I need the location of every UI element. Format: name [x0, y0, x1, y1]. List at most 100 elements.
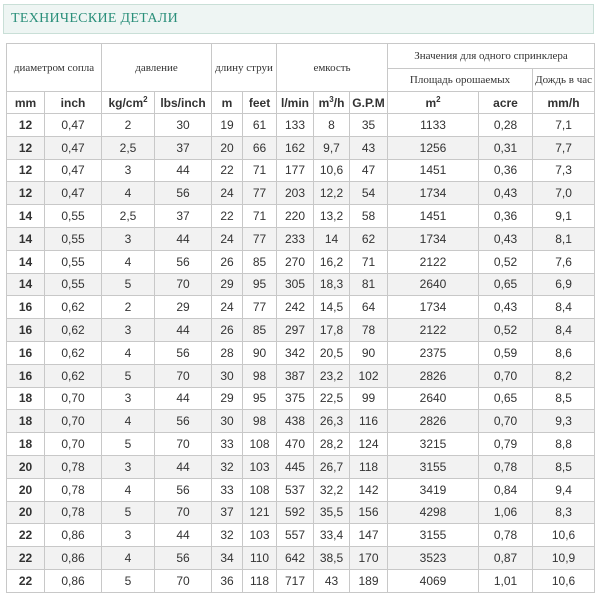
table-row: 14 0,55 2,5 37 22 71 220 13,2 58 1451 0,36 9,1 [6, 204, 596, 228]
unit-inch: inch [43, 91, 103, 114]
section-header: ТЕХНИЧЕСКИЕ ДЕТАЛИ [3, 4, 594, 34]
cell-m2: 3155 [387, 454, 480, 479]
cell-m: 30 [211, 363, 244, 388]
cell-mm-h: 8,3 [532, 500, 596, 525]
cell-l-min: 133 [276, 113, 315, 137]
table-row: 22 0,86 4 56 34 110 642 38,5 170 3523 0,87 10,9 [6, 546, 596, 570]
unit-l-min: l/min [276, 91, 315, 114]
unit-m: m [211, 91, 244, 114]
cell-kg-cm2: 3 [101, 318, 156, 342]
cell-m2: 3523 [387, 546, 480, 570]
cell-kg-cm2: 5 [101, 432, 156, 456]
cell-mm: 12 [6, 113, 45, 137]
table-row: 14 0,55 4 56 26 85 270 16,2 71 2122 0,52 7,6 [6, 249, 596, 274]
cell-m: 26 [211, 318, 244, 342]
cell-acre: 0,52 [478, 318, 534, 342]
cell-mm: 18 [6, 432, 45, 456]
cell-mm: 16 [6, 363, 45, 388]
cell-m2: 4069 [387, 568, 480, 593]
cell-lbs-inch: 44 [154, 523, 213, 548]
cell-l-min: 470 [276, 432, 315, 456]
cell-m2: 1451 [387, 158, 480, 183]
header-per-sprinkler: Значения для одного спринклера [387, 43, 596, 69]
cell-feet: 103 [242, 523, 278, 548]
cell-lbs-inch: 70 [154, 272, 213, 297]
table-row: 12 0,47 2 30 19 61 133 8 35 1133 0,28 7,1 [6, 113, 596, 137]
cell-feet: 95 [242, 386, 278, 411]
cell-feet: 66 [242, 135, 278, 160]
cell-m3-h: 35,5 [313, 500, 351, 525]
cell-lbs-inch: 44 [154, 318, 213, 342]
unit-mm: mm [6, 91, 45, 114]
cell-l-min: 438 [276, 409, 315, 434]
cell-m: 36 [211, 568, 244, 593]
cell-mm: 14 [6, 272, 45, 297]
cell-m3-h: 18,3 [313, 272, 351, 297]
cell-feet: 61 [242, 113, 278, 137]
cell-mm-h: 9,1 [532, 204, 596, 228]
cell-mm-h: 7,6 [532, 249, 596, 274]
cell-m2: 2122 [387, 249, 480, 274]
cell-l-min: 717 [276, 568, 315, 593]
cell-gpm: 124 [349, 432, 389, 456]
cell-kg-cm2: 2,5 [101, 204, 156, 228]
cell-feet: 77 [242, 226, 278, 251]
cell-mm-h: 8,4 [532, 295, 596, 320]
cell-mm-h: 8,1 [532, 226, 596, 251]
cell-m3-h: 13,2 [313, 204, 351, 228]
cell-l-min: 342 [276, 340, 315, 365]
cell-m: 22 [211, 158, 244, 183]
cell-l-min: 557 [276, 523, 315, 548]
unit-feet: feet [242, 91, 278, 114]
cell-mm: 22 [6, 568, 45, 593]
cell-gpm: 43 [349, 135, 389, 160]
cell-mm-h: 10,6 [532, 523, 596, 548]
cell-gpm: 35 [349, 113, 389, 137]
header-capacity: емкость [276, 43, 389, 92]
cell-feet: 90 [242, 340, 278, 365]
unit-m2: m2 [387, 91, 480, 114]
cell-lbs-inch: 56 [154, 340, 213, 365]
cell-m2: 3419 [387, 477, 480, 502]
cell-mm-h: 6,9 [532, 272, 596, 297]
cell-acre: 0,65 [478, 386, 534, 411]
cell-acre: 0,70 [478, 409, 534, 434]
cell-mm-h: 8,2 [532, 363, 596, 388]
cell-lbs-inch: 29 [154, 295, 213, 320]
cell-mm: 14 [6, 204, 45, 228]
cell-inch: 0,55 [43, 249, 103, 274]
cell-feet: 85 [242, 249, 278, 274]
cell-acre: 0,36 [478, 204, 534, 228]
page: ТЕХНИЧЕСКИЕ ДЕТАЛИ диаметром сопла давле… [0, 0, 600, 593]
cell-acre: 0,65 [478, 272, 534, 297]
table-row: 16 0,62 4 56 28 90 342 20,5 90 2375 0,59 8,6 [6, 340, 596, 365]
cell-l-min: 220 [276, 204, 315, 228]
cell-lbs-inch: 44 [154, 386, 213, 411]
cell-acre: 0,84 [478, 477, 534, 502]
table-row: 20 0,78 5 70 37 121 592 35,5 156 4298 1,06 8,3 [6, 500, 596, 525]
cell-m: 32 [211, 523, 244, 548]
cell-kg-cm2: 5 [101, 568, 156, 593]
cell-l-min: 592 [276, 500, 315, 525]
cell-l-min: 642 [276, 546, 315, 570]
table-row: 14 0,55 5 70 29 95 305 18,3 81 2640 0,65 6,9 [6, 272, 596, 297]
cell-feet: 118 [242, 568, 278, 593]
cell-m2: 3155 [387, 523, 480, 548]
cell-acre: 1,06 [478, 500, 534, 525]
cell-l-min: 242 [276, 295, 315, 320]
cell-m: 24 [211, 226, 244, 251]
cell-feet: 85 [242, 318, 278, 342]
cell-gpm: 62 [349, 226, 389, 251]
cell-mm-h: 7,7 [532, 135, 596, 160]
cell-inch: 0,62 [43, 295, 103, 320]
technical-details-table: диаметром сопла давление длину струи емк… [5, 43, 596, 593]
unit-lbs-inch: lbs/inch [154, 91, 213, 114]
cell-lbs-inch: 70 [154, 432, 213, 456]
unit-gpm: G.P.M [349, 91, 389, 114]
cell-mm-h: 9,3 [532, 409, 596, 434]
cell-inch: 0,78 [43, 500, 103, 525]
cell-l-min: 177 [276, 158, 315, 183]
cell-gpm: 54 [349, 181, 389, 206]
cell-mm-h: 10,6 [532, 568, 596, 593]
cell-m3-h: 23,2 [313, 363, 351, 388]
